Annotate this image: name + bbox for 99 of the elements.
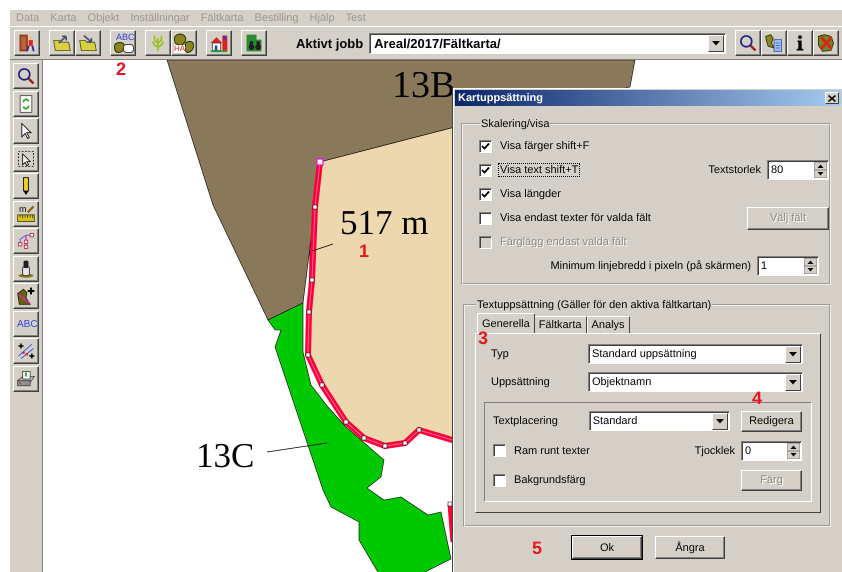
- group-title: Skalering/visa: [480, 118, 550, 130]
- option-label[interactable]: Ram runt texter: [512, 444, 592, 458]
- pointer-button[interactable]: [13, 118, 39, 144]
- dropdown-button[interactable]: [708, 34, 724, 52]
- zoom-button[interactable]: [13, 63, 39, 89]
- option-label[interactable]: Bakgrundsfärg: [512, 473, 588, 487]
- tab[interactable]: Fältkarta: [534, 316, 586, 333]
- map-label: 517 m: [340, 205, 428, 240]
- map-label: 13C: [196, 438, 254, 473]
- checkbox[interactable]: [493, 444, 506, 457]
- measure-button[interactable]: m: [13, 200, 39, 226]
- figure-button[interactable]: [13, 256, 39, 282]
- label-button[interactable]: ABC: [13, 310, 39, 336]
- refresh-button[interactable]: [13, 90, 39, 116]
- split-lines-icon: [16, 341, 36, 361]
- option-label[interactable]: Visa färger shift+F: [498, 139, 592, 153]
- stones-icon: [114, 42, 134, 53]
- area-plus-icon: [16, 286, 36, 306]
- tab[interactable]: Generella: [477, 313, 535, 333]
- area-button[interactable]: HA: [171, 30, 197, 56]
- field-label: Tjocklek: [694, 444, 735, 456]
- text-size-field[interactable]: 80: [767, 160, 829, 180]
- spin-buttons[interactable]: [804, 258, 817, 274]
- leader-line: [266, 442, 328, 452]
- map-binoculars-icon: [244, 33, 264, 53]
- line-width-field[interactable]: 1: [757, 256, 819, 276]
- stones-icon: [174, 33, 194, 53]
- exit-button[interactable]: [14, 30, 40, 56]
- search-button[interactable]: [735, 30, 762, 56]
- vertices-icon: [16, 231, 36, 251]
- field-label: Uppsättning: [491, 376, 551, 388]
- door-figure-icon: [17, 33, 37, 53]
- draw-button[interactable]: [13, 173, 39, 199]
- dropdown-button[interactable]: [785, 374, 801, 390]
- select-pointer-icon: [16, 148, 36, 168]
- farm-button[interactable]: [206, 30, 232, 56]
- caret-icon: [716, 418, 724, 424]
- save-button[interactable]: [75, 30, 101, 56]
- group-title: Textuppsättning (Gäller för den aktiva fältkartan): [476, 299, 712, 311]
- dialog-button[interactable]: Ok: [572, 536, 642, 559]
- edit-button[interactable]: Redigera: [740, 410, 802, 432]
- spin-buttons[interactable]: [787, 442, 800, 458]
- checkbox[interactable]: [479, 188, 492, 200]
- info-button[interactable]: [787, 30, 814, 56]
- close-button[interactable]: [825, 92, 839, 104]
- leader-line: [312, 244, 334, 252]
- select-button[interactable]: [13, 146, 39, 172]
- spin-buttons[interactable]: [814, 162, 827, 178]
- caret-icon: [789, 352, 797, 356]
- setup-dropdown[interactable]: Objektnamn: [588, 372, 803, 392]
- folder-arrow-icon: [52, 33, 72, 53]
- house-icon: [209, 33, 229, 53]
- field-label: Textstorlek: [708, 164, 761, 176]
- option-label[interactable]: Visa endast texter för valda fält: [498, 211, 653, 225]
- callout-number: 4: [752, 391, 762, 406]
- checkbox[interactable]: [493, 474, 506, 486]
- thickness-field[interactable]: 0: [741, 440, 802, 460]
- callout-number: 5: [532, 541, 542, 556]
- text-button[interactable]: ABC: [110, 30, 136, 56]
- map-cross-icon: [816, 33, 836, 53]
- tab[interactable]: Analys: [586, 316, 630, 333]
- callout-number: 2: [116, 62, 126, 78]
- open-button[interactable]: [49, 30, 75, 56]
- search-icon: [16, 66, 36, 86]
- split-button[interactable]: [13, 338, 39, 364]
- dropdown-button[interactable]: [712, 412, 728, 430]
- option-label[interactable]: Visa längder: [498, 187, 563, 201]
- type-dropdown[interactable]: Standard uppsättning: [588, 344, 803, 364]
- search-icon: [738, 33, 758, 53]
- ruler-icon: [16, 204, 36, 224]
- field-label: Minimum linjebredd i pixeln (på skärmen): [550, 260, 751, 272]
- printer-icon: [16, 368, 36, 388]
- caret-icon: [789, 380, 797, 384]
- checkbox[interactable]: [479, 164, 492, 176]
- close-map-button[interactable]: [813, 30, 840, 56]
- print-button[interactable]: [13, 366, 39, 392]
- edit-vertices-button[interactable]: [13, 228, 39, 254]
- map-view-button[interactable]: [241, 30, 267, 56]
- callout-number: 3: [478, 331, 488, 346]
- job-label: Aktivt jobb: [296, 36, 364, 50]
- map-document-icon: [764, 33, 784, 53]
- dropdown-button[interactable]: [785, 346, 801, 362]
- figure-icon: [16, 258, 36, 278]
- dialog-title: Kartuppsättning: [458, 92, 543, 104]
- crop-button[interactable]: [145, 30, 171, 56]
- checkbox[interactable]: [479, 140, 492, 152]
- folder-arrow-icon: [78, 33, 98, 53]
- field-label: Textplacering: [493, 415, 559, 427]
- callout-number: 1: [359, 244, 370, 260]
- map-list-button[interactable]: [761, 30, 788, 56]
- placement-dropdown[interactable]: Standard: [588, 411, 730, 431]
- field-label: Typ: [491, 348, 510, 360]
- checkbox[interactable]: [479, 212, 492, 224]
- dialog-button[interactable]: Ångra: [655, 536, 725, 559]
- job-dropdown[interactable]: Areal/2017/Fältkarta/: [369, 32, 726, 54]
- add-area-button[interactable]: [13, 283, 39, 309]
- map-label: 13B: [392, 66, 456, 104]
- caret-icon: [712, 40, 720, 46]
- option-label[interactable]: Visa text shift+T: [498, 163, 580, 177]
